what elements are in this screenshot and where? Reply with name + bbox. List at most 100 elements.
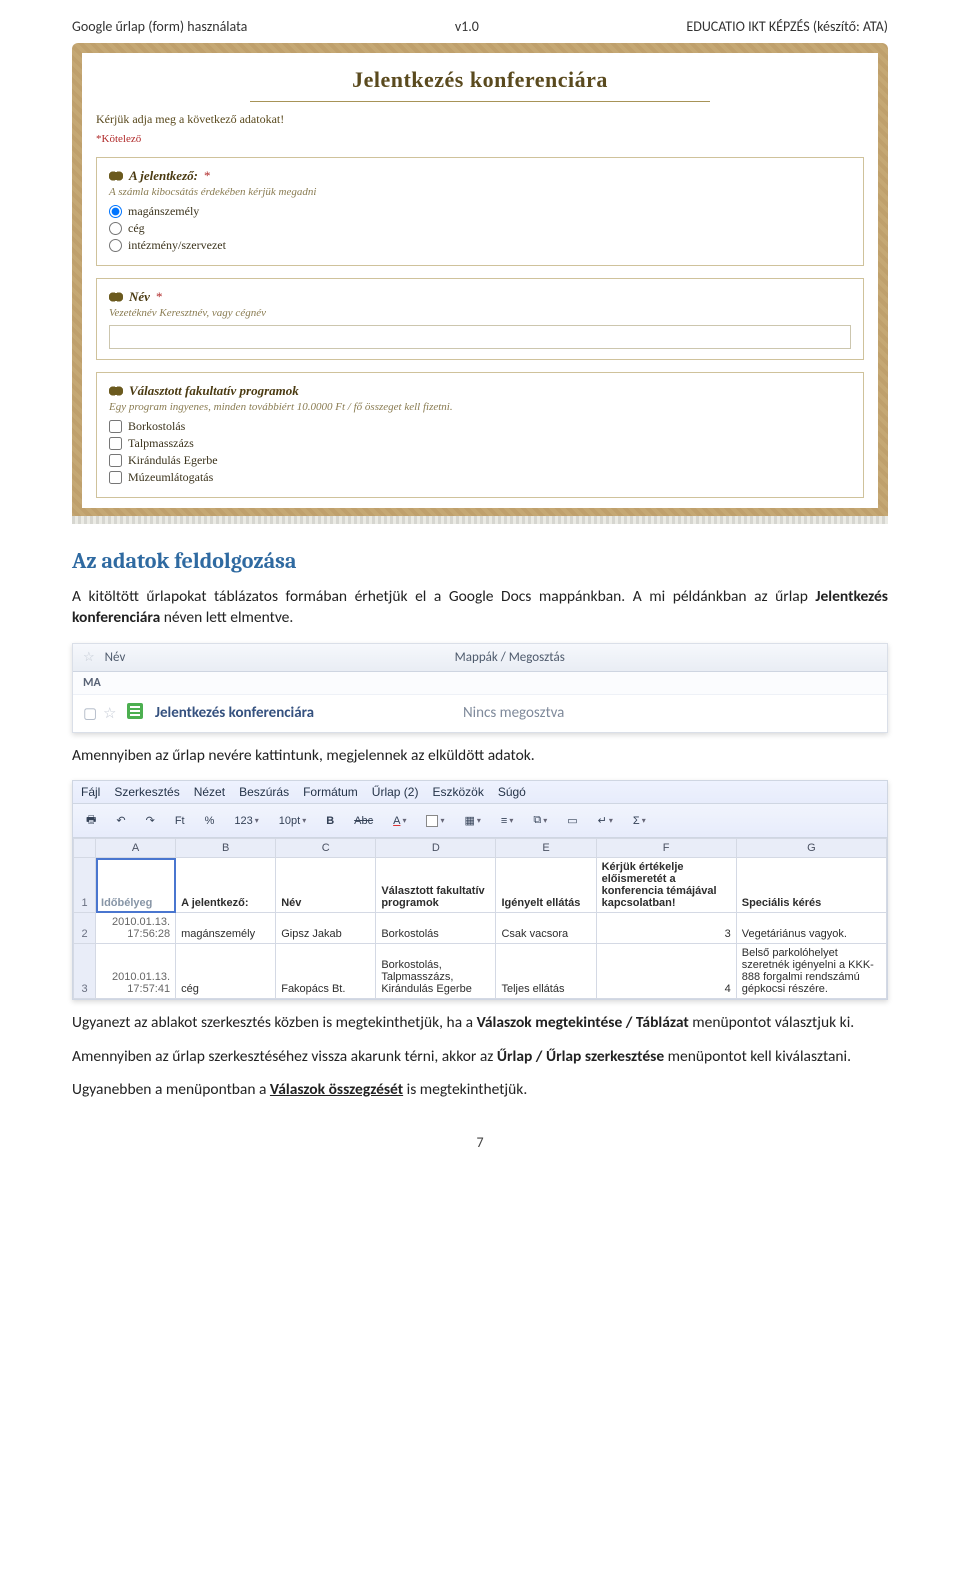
- checkbox-label: Kirándulás Egerbe: [128, 453, 218, 468]
- check-talpmasszazs[interactable]: Talpmasszázs: [109, 436, 851, 451]
- radio-intezmeny[interactable]: intézmény/szervezet: [109, 238, 851, 253]
- docs-row-name[interactable]: Jelentkezés konferenciára: [155, 704, 463, 722]
- colC[interactable]: C: [276, 839, 376, 858]
- title-rule: [250, 101, 711, 102]
- menu-szerkesztes[interactable]: Szerkesztés: [114, 785, 179, 799]
- colG[interactable]: G: [736, 839, 886, 858]
- colD[interactable]: D: [376, 839, 496, 858]
- checkbox-input[interactable]: [109, 471, 122, 484]
- menu-beszuras[interactable]: Beszúrás: [239, 785, 289, 799]
- radio-label: cég: [128, 221, 145, 236]
- headB[interactable]: A jelentkező:: [176, 858, 276, 913]
- star-icon[interactable]: ☆: [103, 704, 127, 723]
- bold-button[interactable]: B: [321, 812, 339, 830]
- cell[interactable]: Csak vacsora: [496, 913, 596, 944]
- col-name[interactable]: Név: [105, 650, 455, 665]
- colE[interactable]: E: [496, 839, 596, 858]
- section-heading: Az adatok feldolgozása: [72, 548, 888, 574]
- radio-maganszemely[interactable]: magánszemély: [109, 204, 851, 219]
- number-format-button[interactable]: 123▾: [229, 812, 263, 830]
- checkbox-label: Múzeumlátogatás: [128, 470, 213, 485]
- cell[interactable]: 4: [596, 944, 736, 999]
- radio-input[interactable]: [109, 239, 122, 252]
- undo-icon[interactable]: ↶: [111, 811, 130, 830]
- colF[interactable]: F: [596, 839, 736, 858]
- cell[interactable]: Belső parkolóhelyet szeretnék igényelni …: [736, 944, 886, 999]
- cell[interactable]: cég: [176, 944, 276, 999]
- cell[interactable]: Gipsz Jakab: [276, 913, 376, 944]
- cell[interactable]: 2010.01.13. 17:56:28: [96, 913, 176, 944]
- colB[interactable]: B: [176, 839, 276, 858]
- menu-eszkozok[interactable]: Eszközök: [432, 785, 483, 799]
- table-row: 3 2010.01.13. 17:57:41 cég Fakopács Bt. …: [74, 944, 887, 999]
- cell[interactable]: Teljes ellátás: [496, 944, 596, 999]
- row-checkbox[interactable]: ▢: [83, 704, 103, 723]
- check-kirandulas[interactable]: Kirándulás Egerbe: [109, 453, 851, 468]
- spreadsheet-screenshot: Fájl Szerkesztés Nézet Beszúrás Formátum…: [72, 780, 888, 1000]
- menu-urlap[interactable]: Űrlap (2): [372, 785, 419, 799]
- text-bold: Űrlap / Űrlap szerkesztése: [497, 1047, 664, 1066]
- checkbox-label: Talpmasszázs: [128, 436, 194, 451]
- percent-button[interactable]: %: [200, 812, 220, 830]
- name-input[interactable]: [109, 325, 851, 349]
- leaf-icon: [109, 170, 123, 182]
- currency-button[interactable]: Ft: [170, 812, 190, 830]
- cell[interactable]: 3: [596, 913, 736, 944]
- headA[interactable]: Időbélyeg: [96, 858, 176, 913]
- radio-label: intézmény/szervezet: [128, 238, 226, 253]
- text: Ugyanebben a menüpontban a: [72, 1080, 270, 1099]
- colA[interactable]: A: [96, 839, 176, 858]
- text-color-button[interactable]: A▾: [388, 812, 411, 830]
- redo-icon[interactable]: ↷: [141, 811, 160, 830]
- border-button[interactable]: ▦▾: [460, 811, 486, 830]
- menu-fajl[interactable]: Fájl: [81, 785, 100, 799]
- menu-nezet[interactable]: Nézet: [194, 785, 225, 799]
- cell[interactable]: Vegetáriánus vagyok.: [736, 913, 886, 944]
- hdr-mid: v1.0: [455, 18, 479, 35]
- cell[interactable]: Borkostolás, Talpmasszázs, Kirándulás Eg…: [376, 944, 496, 999]
- check-muzeum[interactable]: Múzeumlátogatás: [109, 470, 851, 485]
- required-note: *Kötelező: [96, 133, 864, 145]
- required-star: *: [156, 289, 163, 305]
- headC[interactable]: Név: [276, 858, 376, 913]
- menu-formatum[interactable]: Formátum: [303, 785, 358, 799]
- sigma-button[interactable]: Σ▾: [628, 812, 651, 830]
- radio-input[interactable]: [109, 205, 122, 218]
- ss-grid[interactable]: A B C D E F G 1 Időbélyeg A jelentkező: …: [73, 838, 887, 999]
- merge-button[interactable]: ▭: [562, 811, 582, 830]
- text: menüpontot választjuk ki.: [692, 1013, 854, 1032]
- cell[interactable]: Borkostolás: [376, 913, 496, 944]
- para-3: Ugyanezt az ablakot szerkesztés közben i…: [72, 1012, 888, 1033]
- check-borkostolas[interactable]: Borkostolás: [109, 419, 851, 434]
- font-size-button[interactable]: 10pt▾: [274, 812, 311, 830]
- cell[interactable]: magánszemély: [176, 913, 276, 944]
- q3-label: Választott fakultatív programok: [129, 383, 299, 399]
- wrap-button[interactable]: ↵▾: [593, 811, 618, 830]
- ss-toolbar: 🖶 ↶ ↷ Ft % 123▾ 10pt▾ B Abc A▾ ▾ ▦▾ ≡▾ ⧉…: [73, 804, 887, 838]
- headG[interactable]: Speciális kérés: [736, 858, 886, 913]
- headF[interactable]: Kérjük értékelje előismeretét a konferen…: [596, 858, 736, 913]
- radio-ceg[interactable]: cég: [109, 221, 851, 236]
- col-share[interactable]: Mappák / Megosztás: [455, 650, 877, 665]
- cell[interactable]: 2010.01.13. 17:57:41: [96, 944, 176, 999]
- leaf-icon: [109, 385, 123, 397]
- table-row: 2 2010.01.13. 17:56:28 magánszemély Gips…: [74, 913, 887, 944]
- strike-button[interactable]: Abc: [349, 812, 378, 830]
- checkbox-input[interactable]: [109, 420, 122, 433]
- para-5: Ugyanebben a menüpontban a Válaszok össz…: [72, 1079, 888, 1100]
- text: Ugyanezt az ablakot szerkesztés közben i…: [72, 1013, 477, 1032]
- radio-label: magánszemély: [128, 204, 199, 219]
- headD[interactable]: Választott fakultatív programok: [376, 858, 496, 913]
- checkbox-input[interactable]: [109, 437, 122, 450]
- cell[interactable]: Fakopács Bt.: [276, 944, 376, 999]
- form-intro: Kérjük adja meg a következő adatokat!: [96, 112, 864, 127]
- fill-color-button[interactable]: ▾: [421, 812, 449, 830]
- print-icon[interactable]: 🖶: [81, 808, 101, 833]
- radio-input[interactable]: [109, 222, 122, 235]
- insert-button[interactable]: ⧉▾: [528, 811, 552, 830]
- headE[interactable]: Igényelt ellátás: [496, 858, 596, 913]
- checkbox-input[interactable]: [109, 454, 122, 467]
- align-button[interactable]: ≡▾: [496, 812, 518, 830]
- docs-row[interactable]: ▢ ☆ Jelentkezés konferenciára Nincs mego…: [73, 695, 887, 732]
- menu-sugo[interactable]: Súgó: [498, 785, 526, 799]
